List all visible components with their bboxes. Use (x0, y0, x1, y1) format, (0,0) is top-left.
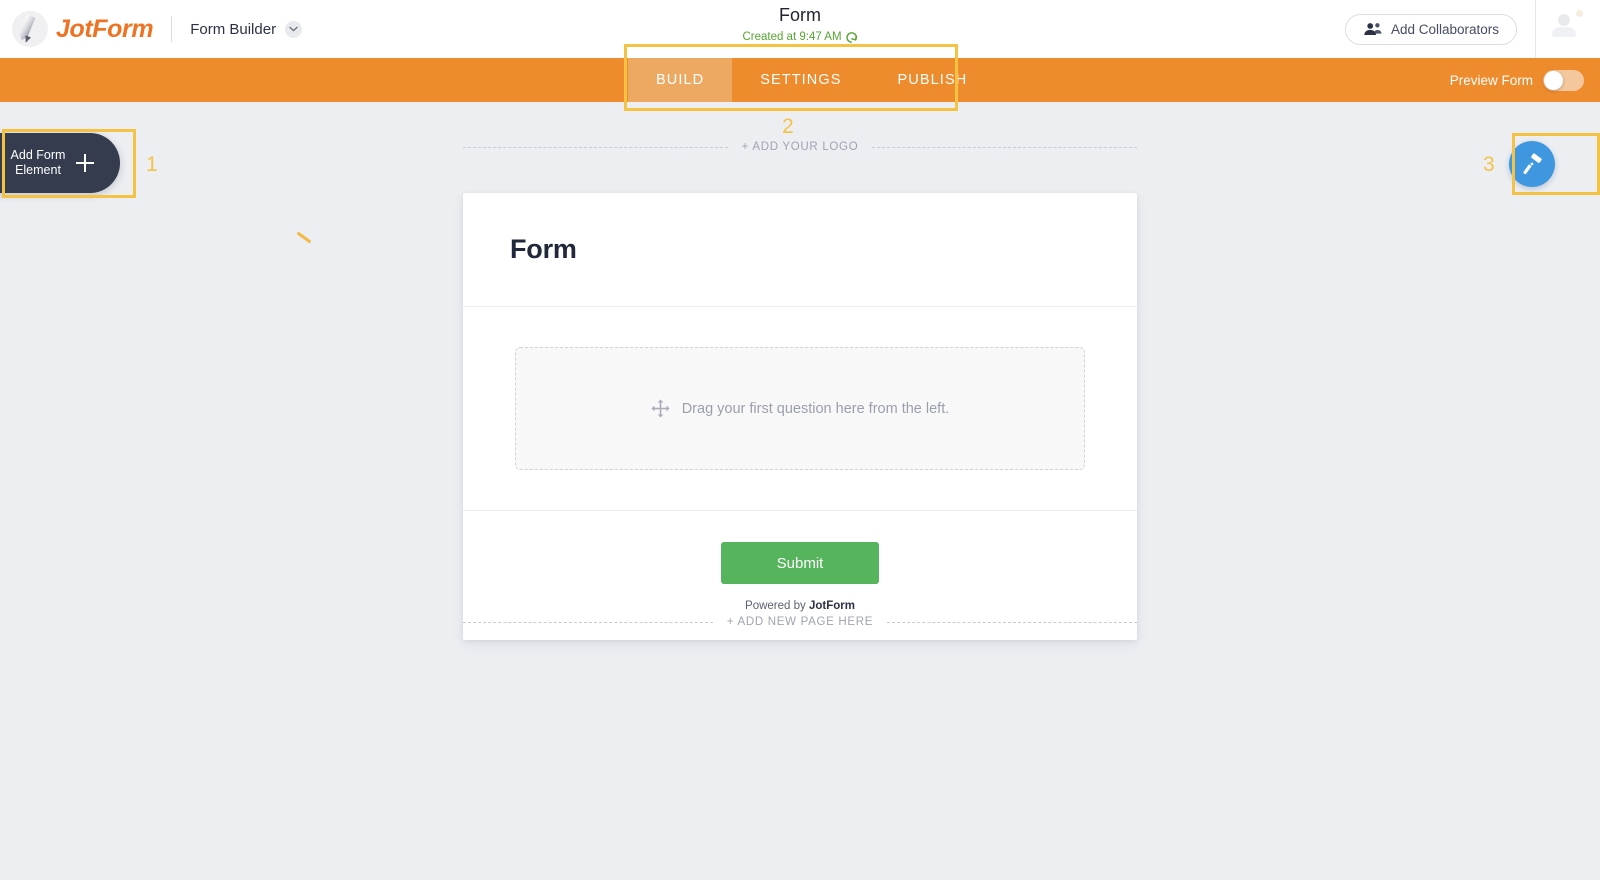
move-arrows-icon (651, 399, 670, 418)
powered-by: Powered by JotForm (463, 600, 1137, 612)
saved-status-text: Created at 9:47 AM (742, 31, 842, 43)
dashed-line-right (887, 621, 1138, 623)
add-form-element-line2: Element (15, 163, 61, 177)
header-divider (171, 16, 173, 42)
form-card-body: Drag your first question here from the l… (463, 307, 1137, 511)
form-heading[interactable]: Form (510, 234, 577, 265)
nav-tabs: BUILD SETTINGS PUBLISH (628, 58, 995, 102)
paint-roller-icon (1523, 153, 1542, 175)
submit-button[interactable]: Submit (721, 542, 879, 584)
add-form-element-button[interactable]: Add Form Element (0, 133, 120, 193)
powered-by-brand: JotForm (808, 600, 855, 612)
preview-form-label: Preview Form (1449, 72, 1533, 88)
add-logo-row[interactable]: + ADD YOUR LOGO (463, 141, 1138, 153)
add-new-page-row[interactable]: + ADD NEW PAGE HERE (463, 616, 1138, 628)
tab-build[interactable]: BUILD (628, 58, 733, 102)
form-card: Form Drag your first question here from … (463, 193, 1137, 640)
question-dropzone[interactable]: Drag your first question here from the l… (515, 347, 1085, 470)
preview-form-control: Preview Form (1450, 58, 1584, 102)
add-collaborators-label: Add Collaborators (1390, 21, 1499, 37)
avatar[interactable] (1536, 0, 1600, 58)
add-form-element-line1: Add Form (10, 148, 66, 162)
app-name: Form Builder (190, 20, 277, 38)
main-nav-bar: BUILD SETTINGS PUBLISH Preview Form (0, 58, 1600, 102)
tab-publish[interactable]: PUBLISH (870, 58, 996, 102)
tab-settings[interactable]: SETTINGS (732, 58, 869, 102)
powered-by-prefix: Powered by (745, 600, 809, 612)
form-card-header: Form (463, 193, 1137, 307)
dashed-line-left (463, 146, 728, 148)
dropzone-text: Drag your first question here from the l… (681, 400, 950, 417)
add-new-page-label: + ADD NEW PAGE HERE (726, 616, 874, 628)
dashed-line-left (463, 621, 713, 623)
add-logo-label: + ADD YOUR LOGO (741, 141, 859, 153)
plus-icon (76, 154, 94, 172)
add-collaborators-button[interactable]: Add Collaborators (1344, 13, 1517, 45)
brand-name: JotForm (56, 14, 154, 43)
preview-form-toggle[interactable] (1543, 69, 1584, 91)
header-right: Add Collaborators (1344, 0, 1600, 58)
form-designer-button[interactable] (1509, 141, 1555, 187)
chevron-down-icon[interactable] (285, 20, 303, 38)
undo-icon[interactable] (845, 31, 858, 44)
toggle-knob (1544, 70, 1563, 90)
dashed-line-right (872, 146, 1138, 148)
form-canvas: + ADD YOUR LOGO Form Drag your first que… (0, 102, 1600, 880)
add-form-element-label: Add Form Element (0, 148, 70, 178)
form-saved-status: Created at 9:47 AM (742, 30, 857, 45)
people-icon (1364, 23, 1382, 35)
brand-block[interactable]: JotForm Form Builder (0, 0, 303, 58)
jotform-pen-logo-icon (12, 11, 48, 47)
top-header: JotForm Form Builder Form Created at 9:4… (0, 0, 1600, 58)
